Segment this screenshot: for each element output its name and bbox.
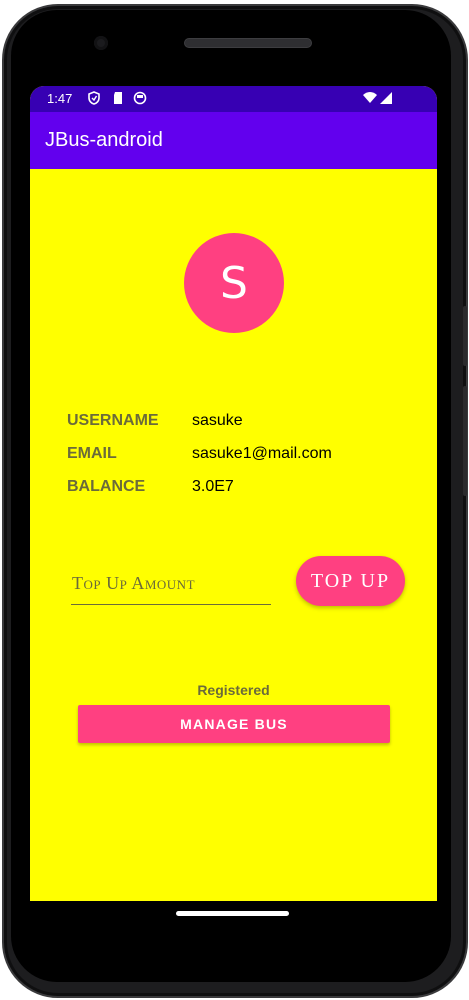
earpiece-speaker [184, 38, 312, 48]
email-label: EMAIL [67, 445, 117, 462]
signal-icon [380, 92, 392, 104]
topup-amount-input[interactable] [71, 563, 271, 603]
balance-value: 3.0E7 [192, 478, 234, 495]
status-bar: 1:47 [30, 86, 437, 112]
shield-icon [88, 91, 100, 105]
wifi-icon [363, 92, 377, 103]
manage-bus-button[interactable]: MANAGE BUS [78, 705, 390, 743]
app-bar: JBus-android [30, 112, 437, 169]
email-value: sasuke1@mail.com [192, 445, 332, 462]
circle-status-icon [133, 91, 147, 105]
device-frame: 1:47 JBus-android S USERNAME sasuke EMAI… [0, 0, 469, 1000]
registered-status-text: Registered [197, 682, 270, 698]
volume-button [463, 386, 467, 496]
topup-amount-field [71, 563, 271, 605]
status-time: 1:47 [47, 91, 73, 106]
power-button [463, 306, 467, 366]
app-screen: 1:47 JBus-android S USERNAME sasuke EMAI… [30, 86, 437, 901]
avatar-initial: S [220, 257, 248, 309]
sd-card-icon [114, 92, 122, 104]
balance-label: BALANCE [67, 478, 146, 495]
username-value: sasuke [192, 412, 243, 429]
avatar: S [184, 233, 284, 333]
username-label: USERNAME [67, 412, 159, 429]
app-title: JBus-android [45, 129, 163, 151]
topup-button[interactable]: TOP UP [296, 556, 405, 606]
home-gesture-bar[interactable] [176, 911, 289, 916]
front-camera-icon [94, 36, 108, 50]
